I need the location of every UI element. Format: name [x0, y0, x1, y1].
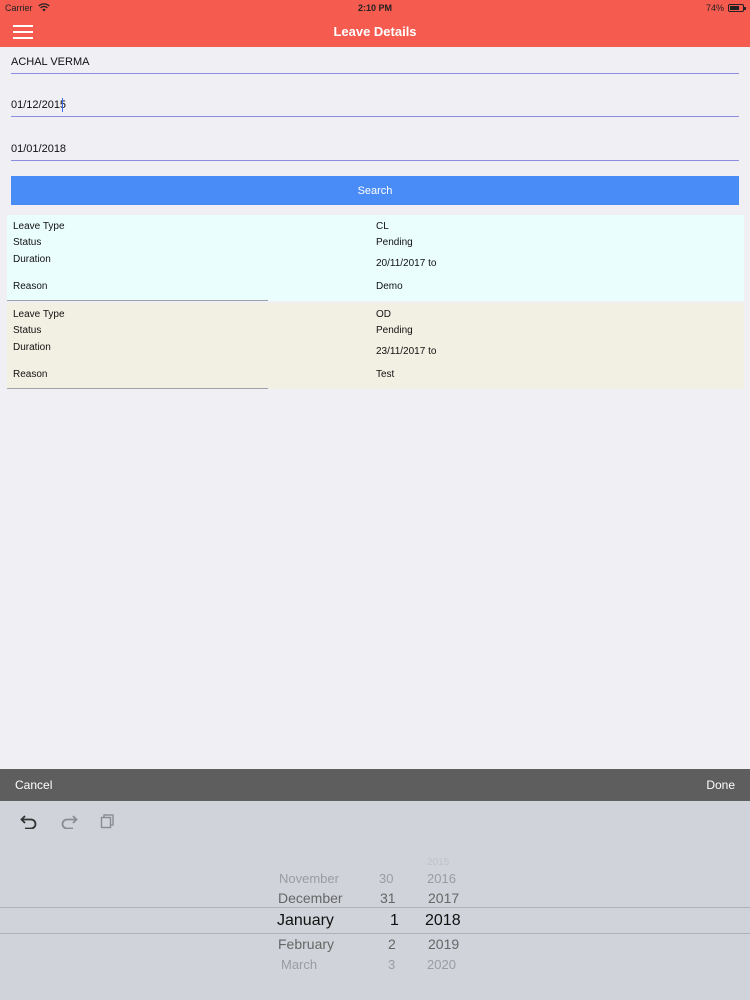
text-cursor [62, 98, 63, 112]
picker-toolbar: Cancel Done [0, 769, 750, 801]
done-button[interactable]: Done [706, 778, 735, 792]
name-field[interactable] [11, 52, 739, 74]
card-divider [7, 388, 268, 389]
leave-type-value: CL [376, 221, 389, 232]
date-picker[interactable]: November December January February March… [0, 801, 750, 1000]
status-label: Status [13, 325, 42, 336]
year-option[interactable]: 2016 [427, 871, 456, 886]
from-date-field[interactable] [11, 95, 739, 117]
reason-label: Reason [13, 369, 48, 380]
from-date-input[interactable] [11, 95, 739, 115]
leave-type-value: OD [376, 309, 391, 320]
status-label: Status [13, 237, 42, 248]
selection-line-top [0, 907, 750, 908]
redo-icon[interactable] [60, 813, 78, 834]
month-option[interactable]: November [279, 871, 339, 886]
paste-icon[interactable] [100, 813, 116, 834]
to-date-field[interactable] [11, 139, 739, 161]
year-option[interactable]: 2020 [427, 957, 456, 972]
duration-label: Duration [13, 254, 51, 265]
day-option[interactable]: 2 [388, 936, 396, 952]
day-option[interactable]: 3 [388, 957, 395, 972]
name-input[interactable] [11, 52, 739, 72]
year-selected[interactable]: 2018 [425, 912, 461, 930]
year-option[interactable]: 2019 [428, 936, 459, 952]
leave-type-label: Leave Type [13, 309, 65, 320]
day-option[interactable]: 31 [380, 890, 396, 906]
to-date-input[interactable] [11, 139, 739, 159]
page-title: Leave Details [333, 24, 417, 39]
leave-card[interactable]: Leave Type CL Status Pending Duration 20… [7, 215, 744, 301]
day-option[interactable]: 30 [379, 871, 393, 886]
reason-value: Demo [376, 281, 403, 292]
undo-icon[interactable] [20, 813, 38, 834]
month-option[interactable]: December [278, 890, 343, 906]
leave-type-label: Leave Type [13, 221, 65, 232]
duration-value: 20/11/2017 to [376, 258, 437, 269]
battery-icon [728, 4, 746, 12]
month-selected[interactable]: January [277, 912, 334, 930]
selection-line-bottom [0, 933, 750, 934]
card-divider [7, 300, 268, 301]
duration-value: 23/11/2017 to [376, 346, 437, 357]
status-value: Pending [376, 325, 413, 336]
reason-label: Reason [13, 281, 48, 292]
search-button[interactable]: Search [11, 176, 739, 205]
status-value: Pending [376, 237, 413, 248]
leave-card[interactable]: Leave Type OD Status Pending Duration 23… [7, 303, 744, 389]
status-bar: Carrier 2:10 PM 74% [0, 0, 750, 16]
clock: 2:10 PM [357, 3, 392, 13]
battery-percent: 74% [705, 3, 724, 13]
duration-label: Duration [13, 342, 51, 353]
cancel-button[interactable]: Cancel [15, 778, 52, 792]
month-option[interactable]: March [281, 957, 317, 972]
nav-bar: Carrier 2:10 PM 74% Leave Details [0, 0, 750, 47]
reason-value: Test [376, 369, 395, 380]
month-option[interactable]: February [278, 936, 334, 952]
year-option[interactable]: 2015 [427, 857, 449, 868]
day-selected[interactable]: 1 [390, 912, 399, 930]
year-option[interactable]: 2017 [428, 890, 459, 906]
